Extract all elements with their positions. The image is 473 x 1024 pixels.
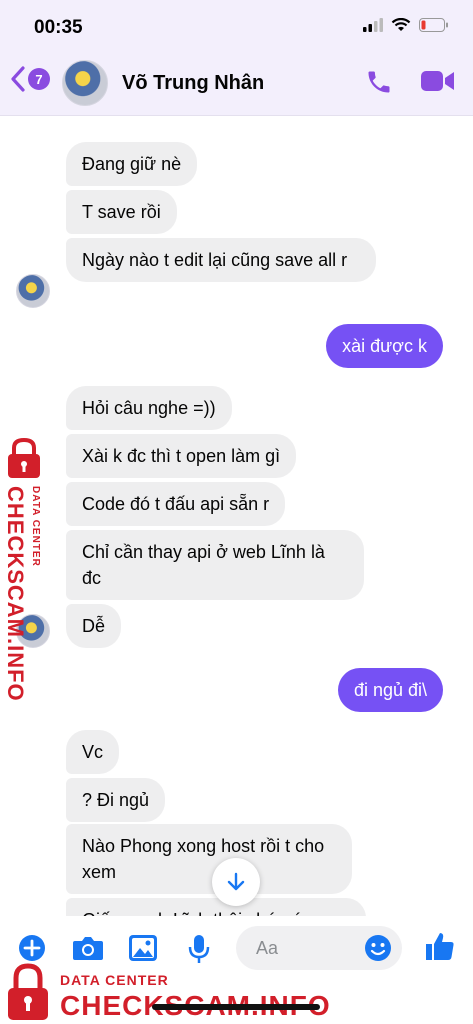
unread-count-badge: 7 [28, 68, 50, 90]
home-indicator[interactable] [152, 1004, 320, 1010]
contact-avatar[interactable] [62, 60, 108, 106]
message-input-placeholder: Aa [256, 937, 279, 958]
header-actions [365, 68, 455, 96]
chevron-left-icon [11, 66, 25, 92]
message-bubble-outgoing[interactable]: xài được k [326, 324, 443, 368]
back-button[interactable]: 7 [10, 66, 50, 92]
watermark-big-text: CHECKSCAM.INFO [3, 486, 28, 702]
phone-call-icon[interactable] [365, 68, 393, 96]
battery-icon [419, 18, 448, 32]
message-bubble[interactable]: Xài k đc thì t open làm gì [66, 434, 297, 478]
message-list[interactable]: Đang giữ nè T save rồi Ngày nào t edit l… [0, 116, 473, 916]
padlock-icon [8, 437, 40, 478]
thumbs-up-icon[interactable] [424, 930, 456, 962]
contact-name[interactable]: Võ Trung Nhân [122, 72, 264, 95]
emoji-icon[interactable] [364, 934, 392, 962]
message-bubble[interactable]: Chỉ cần thay api ở web Lĩnh là đc [66, 530, 364, 600]
message-bubble[interactable]: Giống web Lĩnh thôi chứ có [66, 898, 366, 916]
watermark-bottom: DATA CENTER CHECKSCAM.INFO [0, 960, 473, 1024]
photo-gallery-icon[interactable] [128, 934, 158, 962]
message-bubble[interactable]: ? Đi ngủ [66, 778, 166, 822]
message-bubble[interactable]: Dễ [66, 604, 122, 648]
plus-circle-icon[interactable] [18, 934, 46, 962]
status-bar: 00:35 [0, 0, 473, 52]
conversation-header: 7 Võ Trung Nhân [0, 52, 473, 116]
message-bubble[interactable]: Nào Phong xong host rồi t cho xem [66, 824, 352, 894]
message-bubble[interactable]: Vc [66, 730, 120, 774]
sender-avatar[interactable] [16, 274, 50, 308]
message-bubble[interactable]: T save rồi [66, 190, 177, 234]
watermark-small-text: DATA CENTER [30, 486, 41, 567]
watermark-small-text: DATA CENTER [60, 972, 169, 988]
message-bubble[interactable]: Ngày nào t edit lại cũng save all r [66, 238, 376, 282]
status-time: 00:35 [34, 17, 83, 38]
signal-icon [363, 18, 383, 32]
camera-icon[interactable] [72, 934, 104, 962]
message-bubble[interactable]: Code đó t đấu api sẵn r [66, 482, 286, 526]
wifi-icon [391, 18, 411, 31]
video-call-icon[interactable] [421, 68, 455, 94]
arrow-down-icon [227, 872, 245, 891]
message-bubble[interactable]: Đang giữ nè [66, 142, 198, 186]
status-icons [363, 18, 449, 32]
message-bubble[interactable]: Hỏi câu nghe =)) [66, 386, 232, 430]
message-bubble-outgoing[interactable]: đi ngủ đi\ [337, 668, 443, 712]
padlock-icon [8, 963, 48, 1020]
scroll-to-bottom-button[interactable] [212, 858, 260, 906]
watermark-side: CHECKSCAM.INFO DATA CENTER [0, 436, 60, 702]
